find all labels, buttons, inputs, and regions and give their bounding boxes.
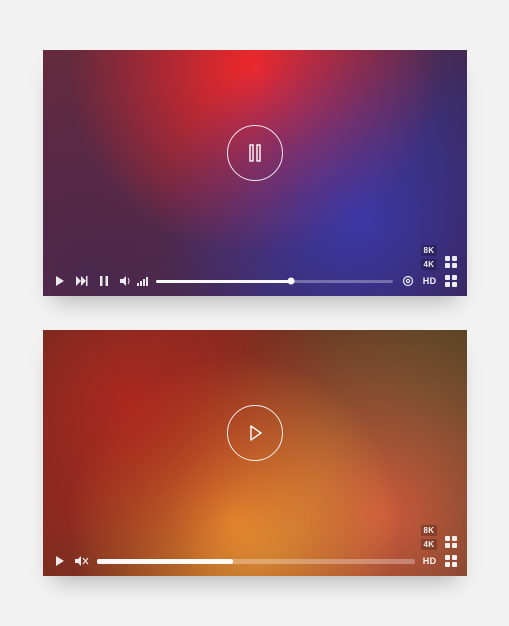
play-button-center[interactable] (227, 405, 283, 461)
quality-current[interactable]: HD (423, 276, 437, 286)
play-icon-2 (55, 556, 65, 566)
fullscreen-button[interactable] (445, 275, 457, 287)
pause-small-icon (100, 276, 108, 286)
video-player-1: 8K 4K HD (43, 50, 467, 296)
right-controls: HD (401, 274, 457, 288)
volume-level[interactable] (137, 276, 148, 286)
play-icon (55, 276, 65, 286)
volume-button-2[interactable] (75, 554, 89, 568)
progress-knob[interactable] (287, 278, 294, 285)
quality-current-2[interactable]: HD (423, 556, 437, 566)
quality-option-8k[interactable]: 8K (421, 245, 437, 256)
play-button[interactable] (53, 274, 67, 288)
progress-fill (156, 280, 291, 283)
pause-small-button[interactable] (97, 274, 111, 288)
gear-icon (402, 275, 414, 287)
settings-button[interactable] (401, 274, 415, 288)
control-bar: HD (43, 266, 467, 296)
video-player-2: 8K 4K HD (43, 330, 467, 576)
play-button-2[interactable] (53, 554, 67, 568)
next-button[interactable] (75, 274, 89, 288)
pause-icon (246, 143, 264, 163)
progress-bar-2[interactable] (97, 559, 415, 564)
next-icon (76, 276, 88, 286)
right-controls-2: HD (423, 555, 457, 567)
pause-button[interactable] (227, 125, 283, 181)
play-center-icon (245, 422, 265, 444)
volume-icon (120, 276, 132, 286)
volume-button[interactable] (119, 274, 133, 288)
progress-bar[interactable] (156, 280, 393, 283)
control-bar-2: HD (43, 546, 467, 576)
volume-mute-icon (75, 556, 89, 566)
fullscreen-button-2[interactable] (445, 555, 457, 567)
progress-fill-2 (97, 559, 234, 564)
quality-option-8k-2[interactable]: 8K (421, 525, 437, 536)
